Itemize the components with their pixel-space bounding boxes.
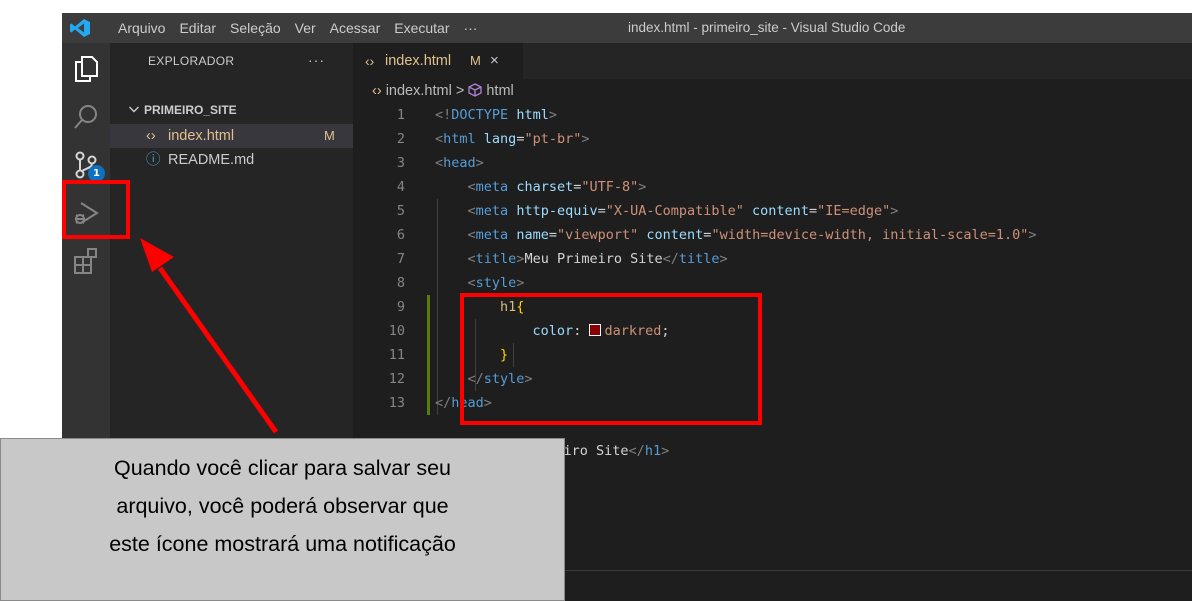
arrow-shaft [157, 266, 279, 434]
arrow-head [140, 238, 174, 272]
caption-line: Quando você clicar para salvar seu [113, 456, 451, 480]
annotation-caption: Quando você clicar para salvar seu arqui… [0, 438, 565, 601]
caption-line: este ícone mostrará uma notificação [109, 532, 456, 556]
caption-line: arquivo, você poderá observar que [116, 494, 449, 518]
